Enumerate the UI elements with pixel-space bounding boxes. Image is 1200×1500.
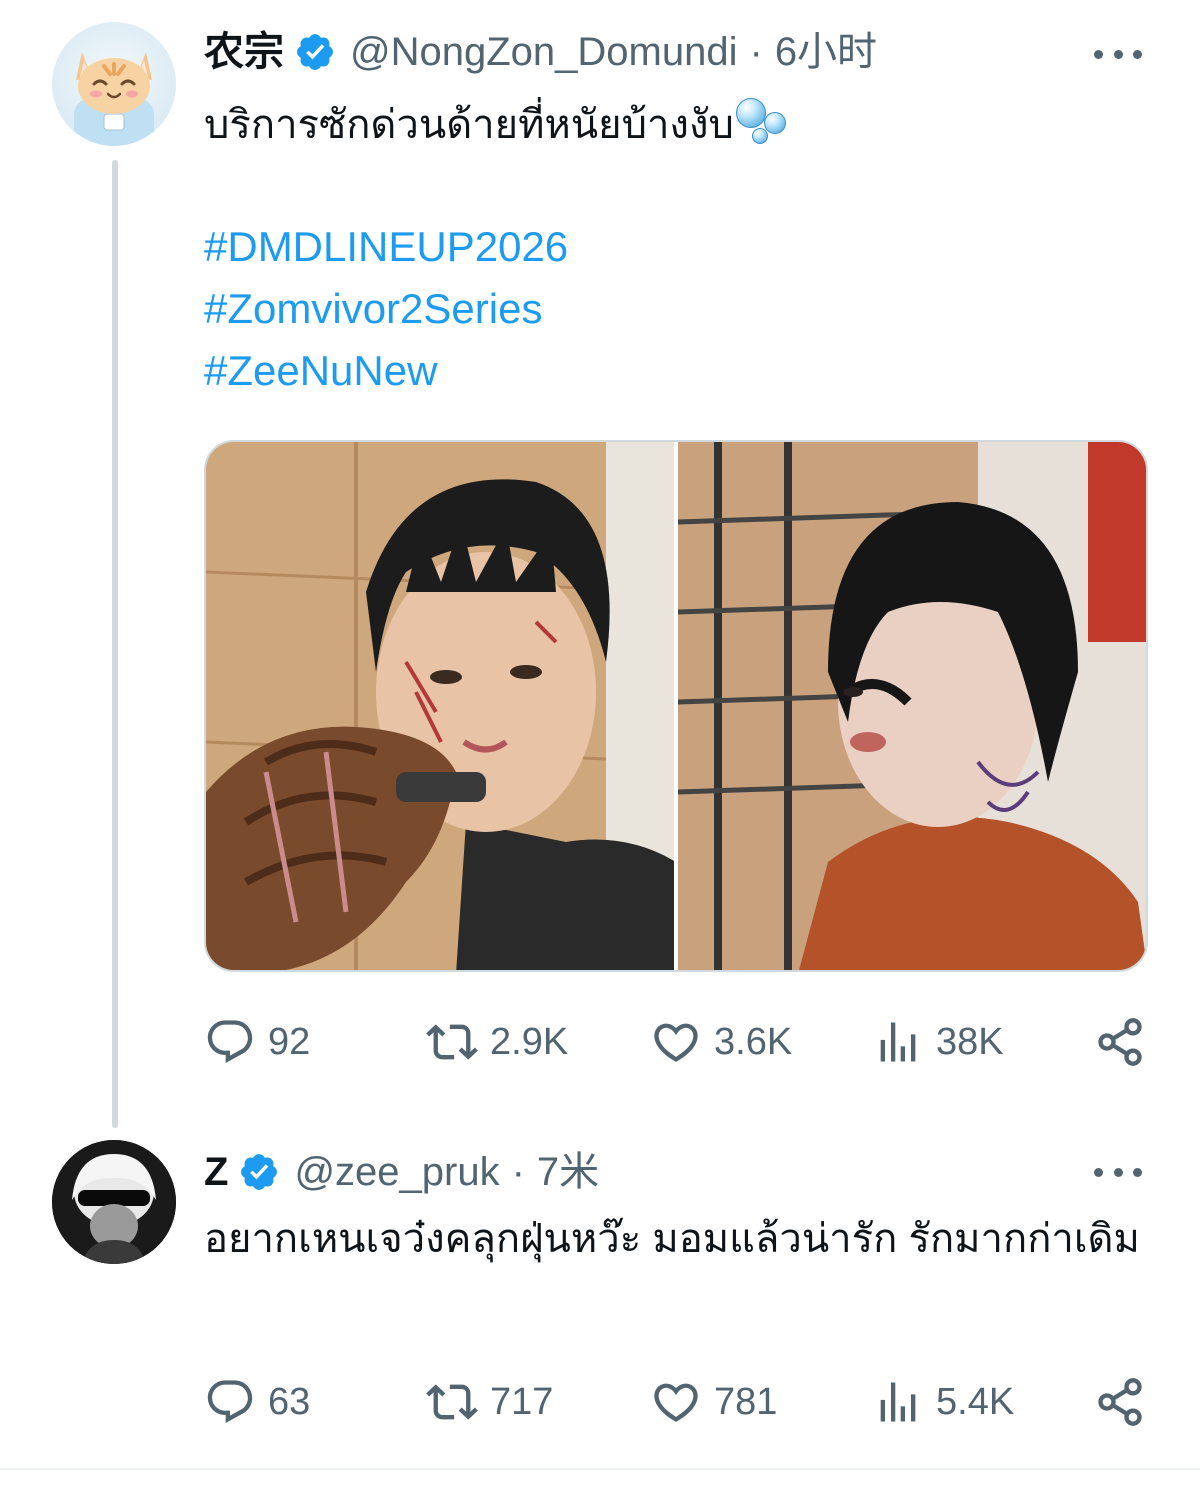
separator-dot: · (511, 1150, 525, 1194)
media-photo[interactable] (206, 442, 674, 970)
more-icon[interactable] (1094, 48, 1142, 60)
tweet-text: บริการซักด่วนด้ายที่หนัยบ้างงับ (204, 96, 792, 154)
like-icon (654, 1023, 698, 1062)
repost-button[interactable]: 717 (426, 1372, 553, 1432)
tweet-header: Z @zee_pruk · 7米 (204, 1148, 599, 1196)
media-grid (204, 440, 1148, 972)
tweet-header: 农宗 @NongZon_Domundi · 6小时 (204, 28, 877, 76)
avatar[interactable] (52, 22, 176, 146)
actor-photo-right-image (678, 442, 1146, 970)
divider (0, 1468, 1200, 1470)
hashtag-link[interactable]: #ZeeNuNew (204, 340, 568, 402)
repost-count: 717 (490, 1380, 554, 1423)
timestamp[interactable]: 7米 (537, 1148, 599, 1196)
share-icon (1098, 1018, 1142, 1066)
repost-icon (426, 1024, 478, 1060)
hashtag-link[interactable]: #Zomvivor2Series (204, 278, 568, 340)
reply-button[interactable]: 63 (204, 1372, 310, 1432)
like-icon (654, 1383, 698, 1422)
thread-connector-line (112, 160, 118, 1128)
like-count: 3.6K (714, 1020, 793, 1063)
views-icon (880, 1022, 916, 1062)
reply-icon (207, 1020, 253, 1064)
avatar[interactable] (52, 1140, 176, 1264)
bubbles-emoji (734, 96, 792, 146)
tweet-text-body: บริการซักด่วนด้ายที่หนัยบ้างงับ (204, 103, 734, 147)
repost-count: 2.9K (490, 1020, 569, 1063)
separator-dot: · (749, 30, 763, 74)
tweet-actions: 92 2.9K 3.6K 38K (204, 1012, 1148, 1072)
tweet-actions: 63 717 781 5.4K (204, 1372, 1148, 1432)
views-icon (880, 1382, 916, 1422)
hashtag-list: #DMDLINEUP2026 #Zomvivor2Series #ZeeNuNe… (204, 216, 568, 402)
actor-photo-left-image (206, 442, 674, 970)
author-handle[interactable]: @NongZon_Domundi (350, 28, 737, 76)
like-button[interactable]: 3.6K (650, 1012, 792, 1072)
more-icon[interactable] (1094, 1166, 1142, 1178)
reply-count: 63 (268, 1380, 311, 1423)
cat-mascot-avatar-image (74, 52, 154, 146)
verified-badge-icon (241, 1154, 278, 1190)
author-handle[interactable]: @zee_pruk (294, 1148, 499, 1196)
views-count: 5.4K (936, 1380, 1015, 1423)
reply-count: 92 (268, 1020, 311, 1063)
author-name[interactable]: 农宗 (204, 28, 284, 76)
like-count: 781 (714, 1380, 778, 1423)
bw-portrait-avatar-image (52, 1140, 176, 1264)
share-button[interactable] (1094, 1012, 1146, 1072)
hashtag-link[interactable]: #DMDLINEUP2026 (204, 216, 568, 278)
author-name[interactable]: Z (204, 1148, 228, 1196)
tweet-text: อยากเหนเจว๋งคลุกฝุ่นหว๊ะ มอมแล้วน่ารัก ร… (204, 1217, 1140, 1261)
verified-badge-icon (297, 34, 333, 70)
media-photo[interactable] (678, 442, 1146, 970)
views-button[interactable]: 38K (872, 1012, 1004, 1072)
views-button[interactable]: 5.4K (872, 1372, 1014, 1432)
share-icon (1098, 1378, 1142, 1426)
repost-button[interactable]: 2.9K (426, 1012, 568, 1072)
views-count: 38K (936, 1020, 1004, 1063)
reply-icon (207, 1380, 253, 1424)
share-button[interactable] (1094, 1372, 1146, 1432)
repost-icon (426, 1384, 478, 1420)
reply-button[interactable]: 92 (204, 1012, 310, 1072)
timestamp[interactable]: 6小时 (775, 28, 877, 76)
like-button[interactable]: 781 (650, 1372, 777, 1432)
